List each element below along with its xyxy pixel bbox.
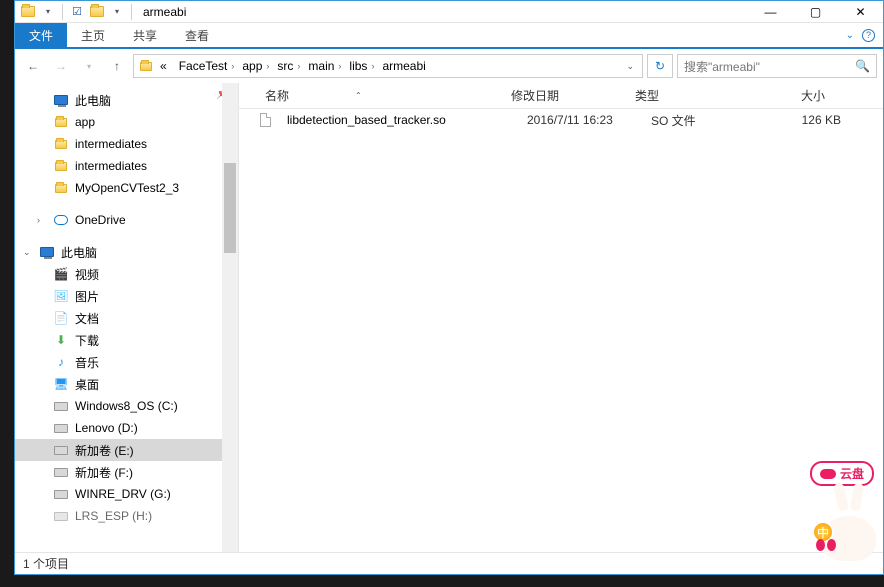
sidebar-item[interactable]: ♪音乐 xyxy=(15,351,238,373)
file-list: 名称⌃ 修改日期 类型 大小 libdetection_based_tracke… xyxy=(239,83,883,552)
breadcrumb-seg[interactable]: app› xyxy=(238,59,273,73)
explorer-window: ▾ ☑ ▾ armeabi — ▢ ✕ 文件 主页 共享 查看 ⌄ ? ← → … xyxy=(14,0,884,575)
content-area: 此电脑 📌 app intermediates intermediates My… xyxy=(15,83,883,552)
col-size[interactable]: 大小 xyxy=(743,87,833,104)
sidebar-item[interactable]: app xyxy=(15,111,238,133)
breadcrumb-overflow[interactable]: « xyxy=(156,59,175,73)
sidebar-item[interactable]: 🖼图片 xyxy=(15,285,238,307)
app-icon[interactable] xyxy=(19,3,37,21)
address-dropdown[interactable]: ⌄ xyxy=(620,61,640,72)
file-size: 126 KB xyxy=(759,113,849,127)
file-icon xyxy=(257,112,273,128)
file-name: libdetection_based_tracker.so xyxy=(279,113,519,127)
address-bar[interactable]: « FaceTest› app› src› main› libs› armeab… xyxy=(133,54,643,78)
sidebar-item[interactable]: LRS_ESP (H:) xyxy=(15,505,238,527)
up-button[interactable]: ↑ xyxy=(105,54,129,78)
file-type: SO 文件 xyxy=(643,112,759,129)
sidebar-item[interactable]: 📄文档 xyxy=(15,307,238,329)
breadcrumb-seg[interactable]: armeabi xyxy=(378,59,429,73)
tab-share[interactable]: 共享 xyxy=(119,23,171,47)
nav-row: ← → ▾ ↑ « FaceTest› app› src› main› libs… xyxy=(15,49,883,83)
properties-icon[interactable]: ☑ xyxy=(68,3,86,21)
qat-folder-icon[interactable] xyxy=(88,3,106,21)
sidebar-item[interactable]: MyOpenCVTest2_3 xyxy=(15,177,238,199)
back-button[interactable]: ← xyxy=(21,54,45,78)
search-icon: 🔍 xyxy=(855,59,870,73)
window-controls: — ▢ ✕ xyxy=(748,1,883,23)
tab-view[interactable]: 查看 xyxy=(171,23,223,47)
tab-home[interactable]: 主页 xyxy=(67,23,119,47)
col-date[interactable]: 修改日期 xyxy=(503,87,627,104)
ribbon-tabs: 文件 主页 共享 查看 ⌄ ? xyxy=(15,23,883,47)
col-name[interactable]: 名称⌃ xyxy=(257,87,503,104)
maximize-button[interactable]: ▢ xyxy=(793,1,838,23)
minimize-button[interactable]: — xyxy=(748,1,793,23)
tab-file[interactable]: 文件 xyxy=(15,23,67,47)
qat-dropdown[interactable]: ▾ xyxy=(39,3,57,21)
title-bar: ▾ ☑ ▾ armeabi — ▢ ✕ xyxy=(15,1,883,23)
window-title: armeabi xyxy=(143,5,186,19)
file-row[interactable]: libdetection_based_tracker.so 2016/7/11 … xyxy=(239,109,883,131)
sidebar-quick-access[interactable]: 此电脑 📌 xyxy=(15,89,238,111)
breadcrumb-seg[interactable]: libs› xyxy=(345,59,378,73)
close-button[interactable]: ✕ xyxy=(838,1,883,23)
sidebar-item[interactable]: 🎬视频 xyxy=(15,263,238,285)
ribbon-expand-icon[interactable]: ⌄ xyxy=(846,30,854,41)
sidebar-scrollbar[interactable] xyxy=(222,83,238,552)
sidebar-item[interactable]: ⬇下载 xyxy=(15,329,238,351)
sidebar-item[interactable]: intermediates xyxy=(15,155,238,177)
col-type[interactable]: 类型 xyxy=(627,87,743,104)
refresh-button[interactable]: ↻ xyxy=(647,54,673,78)
sidebar-item[interactable]: intermediates xyxy=(15,133,238,155)
sidebar-item-selected[interactable]: 新加卷 (E:) xyxy=(15,439,238,461)
sidebar-item[interactable]: Lenovo (D:) xyxy=(15,417,238,439)
recent-dropdown[interactable]: ▾ xyxy=(77,54,101,78)
breadcrumb-seg[interactable]: src› xyxy=(273,59,304,73)
status-bar: 1 个项目 xyxy=(15,552,883,574)
sidebar-item[interactable]: Windows8_OS (C:) xyxy=(15,395,238,417)
ribbon-help-icon[interactable]: ? xyxy=(862,29,875,42)
sidebar-item[interactable]: 🖥桌面 xyxy=(15,373,238,395)
search-box[interactable]: 搜索"armeabi" 🔍 xyxy=(677,54,877,78)
breadcrumb-seg[interactable]: main› xyxy=(304,59,345,73)
column-headers: 名称⌃ 修改日期 类型 大小 xyxy=(239,83,883,109)
sidebar-this-pc[interactable]: ⌄此电脑 xyxy=(15,241,238,263)
quick-access-toolbar: ▾ ☑ ▾ xyxy=(15,3,135,21)
sidebar-item[interactable]: WINRE_DRV (G:) xyxy=(15,483,238,505)
breadcrumb-seg[interactable]: FaceTest› xyxy=(175,59,239,73)
sidebar-item[interactable]: 新加卷 (F:) xyxy=(15,461,238,483)
sort-indicator-icon: ⌃ xyxy=(355,91,362,100)
qat-dropdown-2[interactable]: ▾ xyxy=(108,3,126,21)
file-date: 2016/7/11 16:23 xyxy=(519,113,643,127)
forward-button[interactable]: → xyxy=(49,54,73,78)
nav-pane: 此电脑 📌 app intermediates intermediates My… xyxy=(15,83,239,552)
item-count: 1 个项目 xyxy=(23,555,69,572)
search-placeholder: 搜索"armeabi" xyxy=(684,58,760,75)
sidebar-onedrive[interactable]: ›OneDrive xyxy=(15,209,238,231)
